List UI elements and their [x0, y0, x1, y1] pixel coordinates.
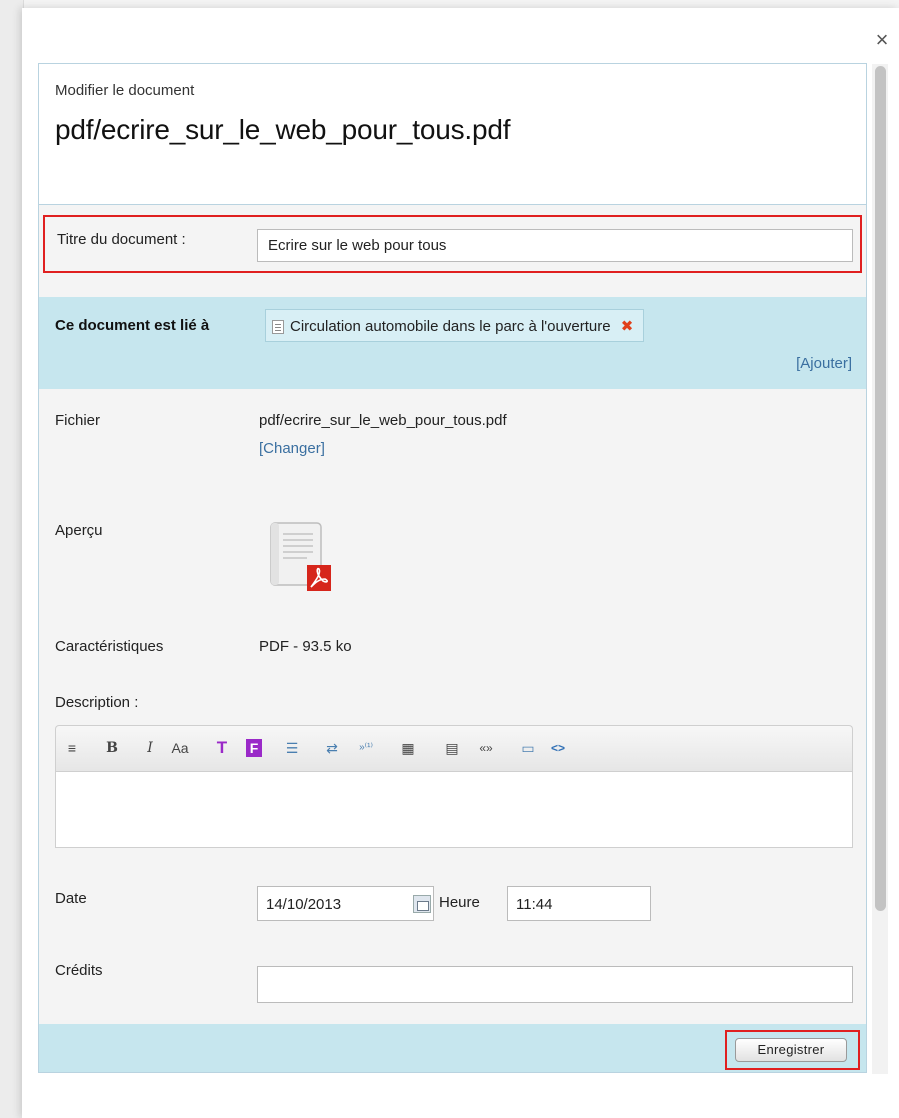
- linked-article-title: Circulation automobile dans le parc à l'…: [290, 318, 611, 335]
- page-title: pdf/ecrire_sur_le_web_pour_tous.pdf: [55, 114, 511, 145]
- credits-label: Crédits: [55, 962, 103, 979]
- change-file-link[interactable]: [Changer]: [259, 440, 325, 457]
- editor-toolbar: ≡ B I Aa T F ☰ ⇄ »⁽¹⁾ ▦ ▤ «» ▭ <>: [55, 725, 853, 771]
- description-textarea[interactable]: [55, 771, 853, 848]
- characteristics-value: PDF - 93.5 ko: [259, 638, 352, 655]
- close-icon[interactable]: ×: [872, 29, 892, 51]
- footnote-icon[interactable]: »⁽¹⁾: [356, 735, 376, 761]
- source-code-icon[interactable]: <>: [548, 735, 568, 761]
- modal-subtitle: Modifier le document: [55, 82, 195, 99]
- preview-label: Aperçu: [55, 522, 103, 539]
- save-button-highlight: Enregistrer: [725, 1030, 860, 1070]
- linked-objects-section: Ce document est lié à Circulation automo…: [39, 297, 866, 389]
- background-sidebar: [0, 0, 24, 1118]
- quote-icon[interactable]: «»: [476, 735, 496, 761]
- linked-article-chip[interactable]: Circulation automobile dans le parc à l'…: [265, 309, 645, 342]
- date-input[interactable]: 14/10/2013: [257, 886, 434, 921]
- code-block-icon[interactable]: ▤: [442, 735, 462, 761]
- credits-input[interactable]: [257, 966, 853, 1003]
- modal-header: Modifier le document pdf/ecrire_sur_le_w…: [39, 64, 866, 205]
- modal-scrollbar-thumb[interactable]: [875, 66, 886, 911]
- calendar-icon[interactable]: [413, 895, 431, 913]
- file-label: Fichier: [55, 412, 101, 429]
- remove-link-icon[interactable]: ✖: [621, 318, 634, 335]
- document-title-label: Titre du document :: [57, 231, 186, 248]
- bold-icon[interactable]: B: [102, 735, 122, 761]
- document-title-row: Titre du document : Ecrire sur le web po…: [43, 215, 862, 273]
- pdf-file-icon[interactable]: [267, 519, 337, 597]
- date-label: Date: [55, 890, 87, 907]
- modal-content: Modifier le document pdf/ecrire_sur_le_w…: [38, 63, 867, 1073]
- text-color-icon[interactable]: T: [212, 735, 232, 761]
- italic-icon[interactable]: I: [140, 735, 160, 761]
- spip-link-icon[interactable]: ⇄: [322, 735, 342, 761]
- bullet-list-icon[interactable]: ☰: [282, 735, 302, 761]
- document-title-input[interactable]: Ecrire sur le web pour tous: [257, 229, 853, 262]
- time-label: Heure: [439, 894, 480, 911]
- time-input[interactable]: 11:44: [507, 886, 651, 921]
- font-size-icon[interactable]: Aa: [170, 735, 190, 761]
- background-color-icon[interactable]: F: [246, 739, 262, 757]
- description-label: Description :: [55, 694, 139, 711]
- intertitle-icon[interactable]: ≡: [62, 735, 82, 761]
- linked-objects-label: Ce document est lié à: [55, 317, 210, 334]
- file-path: pdf/ecrire_sur_le_web_pour_tous.pdf: [259, 412, 507, 429]
- article-icon: [272, 320, 284, 334]
- characteristics-label: Caractéristiques: [55, 638, 164, 655]
- table-icon[interactable]: ▦: [398, 735, 418, 761]
- save-button[interactable]: Enregistrer: [735, 1038, 847, 1062]
- preview-icon[interactable]: ▭: [518, 735, 538, 761]
- add-link-button[interactable]: [Ajouter]: [796, 355, 852, 372]
